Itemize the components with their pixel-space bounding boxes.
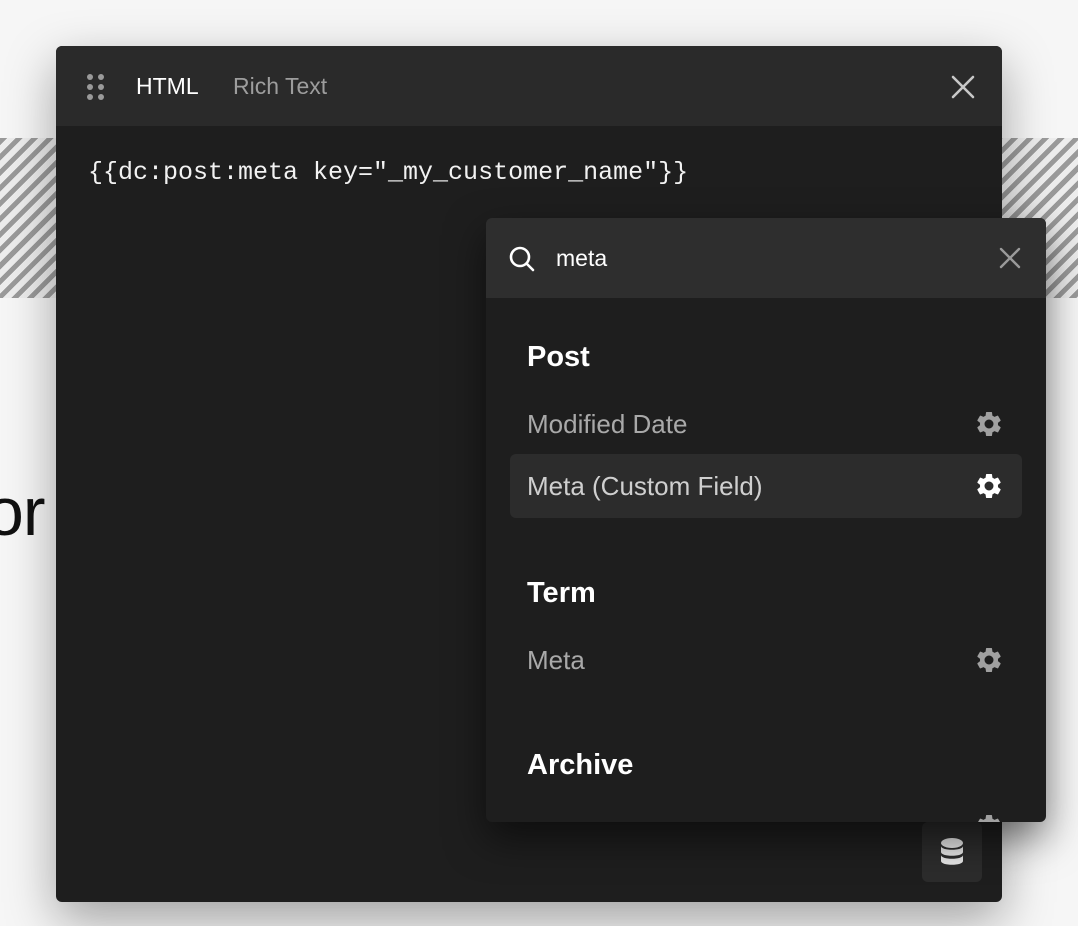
close-editor-button[interactable]	[948, 72, 978, 102]
drag-handle-icon[interactable]	[87, 74, 107, 100]
list-item-label: Meta	[527, 645, 585, 675]
editor-header: HTML Rich Text	[56, 46, 1002, 126]
gear-icon[interactable]	[974, 471, 1004, 501]
gear-icon[interactable]	[974, 645, 1004, 675]
group-title-archive: Archive	[527, 749, 634, 781]
gear-icon	[974, 812, 1004, 822]
search-icon	[509, 246, 535, 272]
group-title-post: Post	[527, 341, 590, 373]
list-item-meta-custom-field[interactable]: Meta (Custom Field)	[510, 454, 1022, 518]
dynamic-data-dropdown: Post Modified Date Meta (Custom Field) T…	[486, 218, 1046, 822]
search-input[interactable]	[556, 240, 976, 276]
background-heading: or	[0, 474, 45, 550]
gear-icon[interactable]	[974, 409, 1004, 439]
database-icon	[941, 838, 963, 865]
tab-html[interactable]: HTML	[136, 72, 199, 100]
list-item-term-meta[interactable]: Meta	[510, 628, 1022, 692]
list-item-label: Modified Date	[527, 409, 688, 439]
close-icon	[951, 75, 975, 99]
list-item-label: Meta (Custom Field)	[527, 471, 763, 501]
dynamic-data-button[interactable]	[922, 822, 982, 882]
search-bar	[486, 218, 1046, 298]
code-editor[interactable]: {{dc:post:meta key="_my_customer_name"}}	[88, 158, 688, 188]
group-title-term: Term	[527, 577, 596, 609]
close-icon	[999, 247, 1021, 269]
list-item-modified-date[interactable]: Modified Date	[510, 392, 1022, 456]
tab-rich-text[interactable]: Rich Text	[233, 72, 327, 100]
clear-search-button[interactable]	[996, 244, 1024, 272]
